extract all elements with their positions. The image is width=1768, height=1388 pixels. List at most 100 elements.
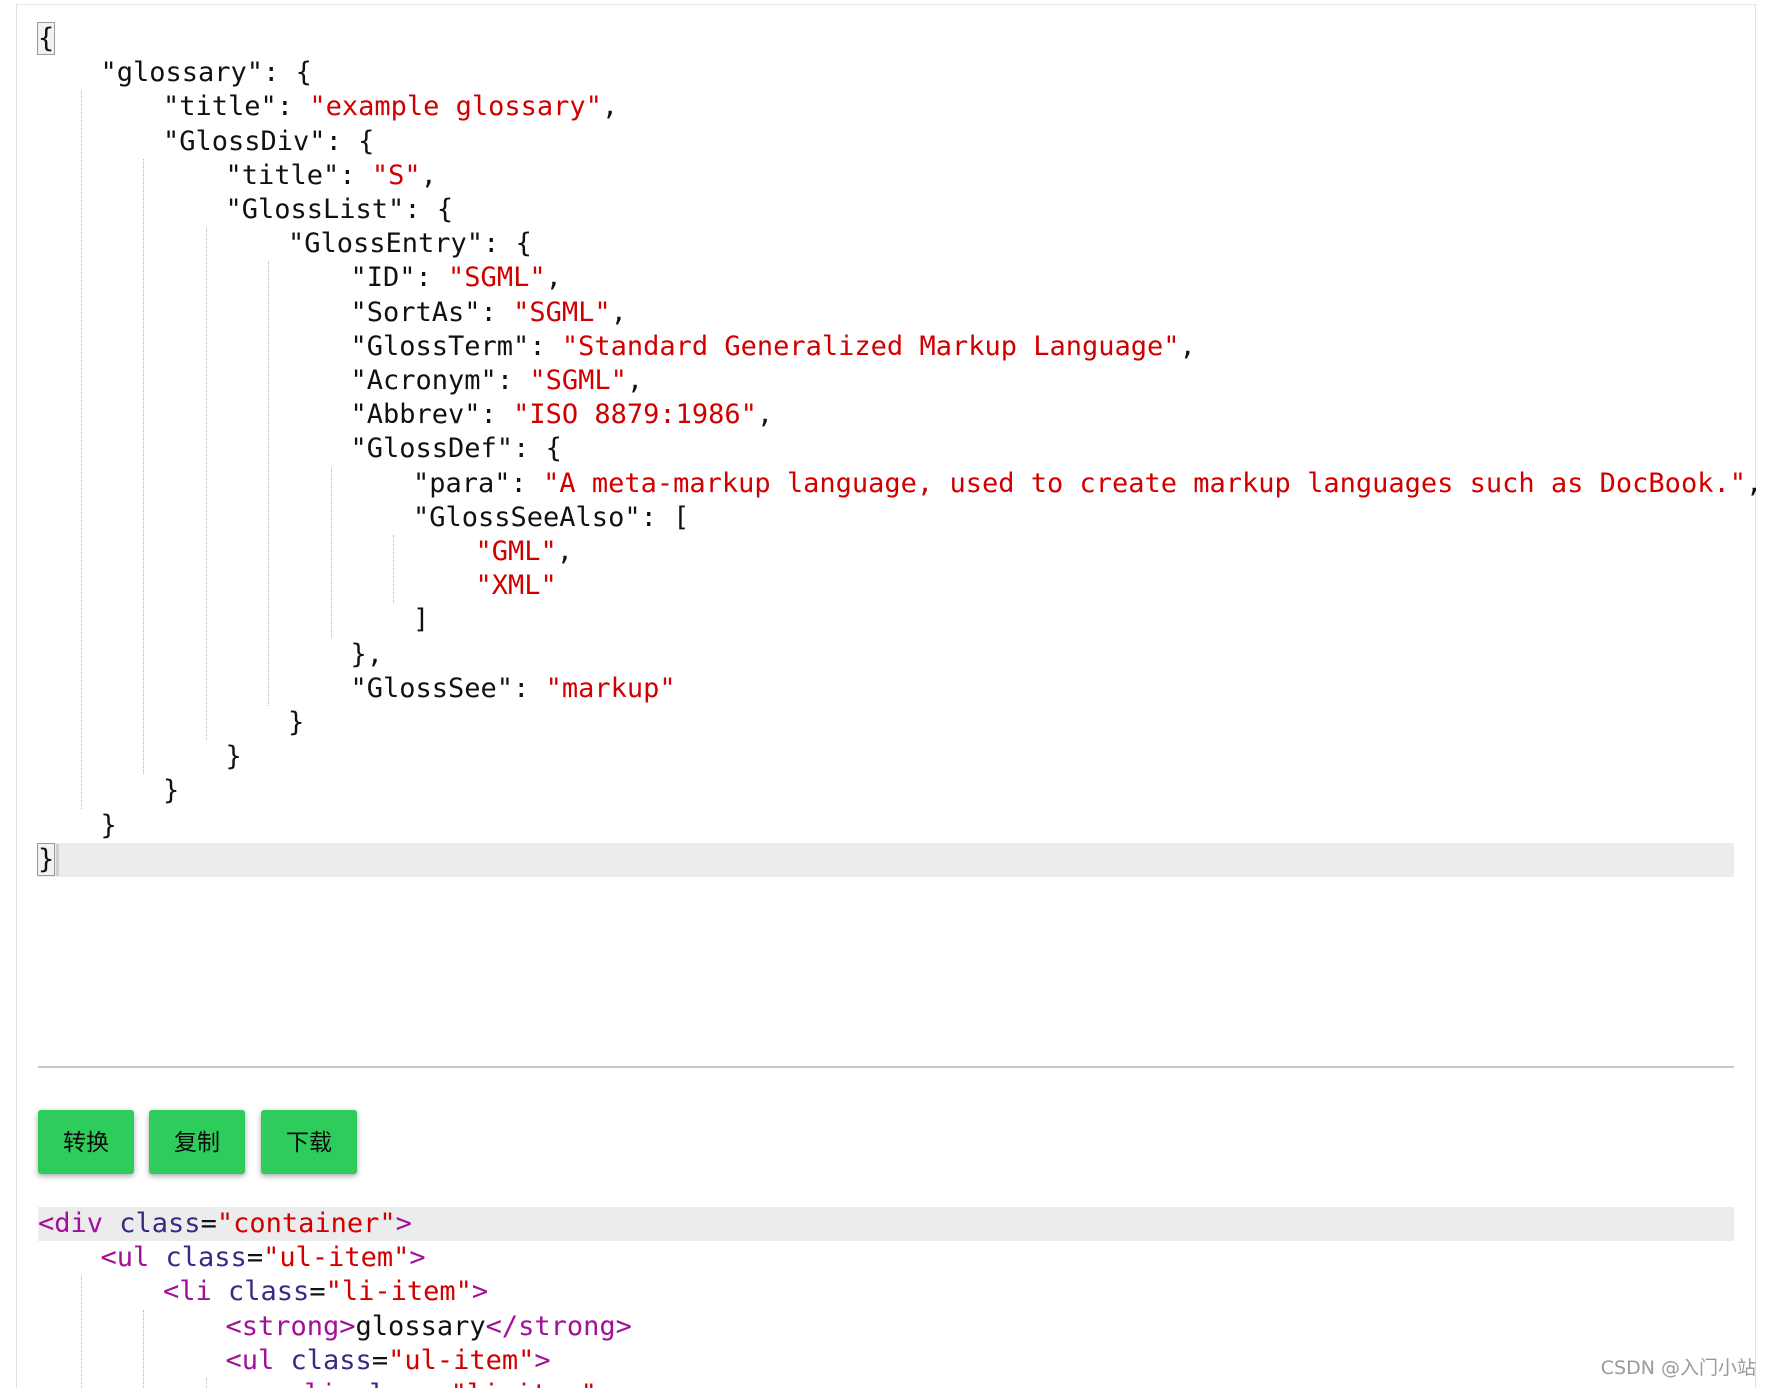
code-token: "GlossSeeAlso" [413,501,641,533]
code-token: "glossary" [100,57,264,89]
code-token: } [100,809,117,841]
code-token: "SGML" [448,262,546,294]
code-token: "ID" [350,262,416,294]
code-line: "GlossList": { [226,193,454,227]
code-token: = [309,1276,326,1308]
matched-bracket: { [36,22,56,55]
code-token: "GlossTerm" [350,330,530,362]
code-line: "GlossDiv": { [163,125,374,159]
copy-button[interactable]: 复制 [149,1110,245,1174]
code-line: "ID": "SGML", [351,261,562,295]
code-token: "GlossList" [225,194,405,225]
code-line: <li class="li-item"> [288,1378,613,1388]
convert-button[interactable]: 转换 [38,1110,134,1174]
code-line: } [101,809,117,843]
code-token: "S" [371,159,421,191]
code-token: : { [325,125,375,157]
code-token: class [353,1379,434,1388]
code-token: "li-item" [325,1276,472,1308]
code-token: : [529,330,562,362]
code-token: , [756,399,774,431]
indent-guide [80,90,82,809]
code-token: "ul-item" [388,1344,535,1376]
code-token: } [288,707,305,738]
json-input-editor[interactable]: {"glossary": {"title": "example glossary… [36,22,1762,902]
code-token: = [371,1344,389,1376]
code-token: } [225,741,242,773]
indent-guide [393,535,394,604]
code-token: <ul [225,1344,291,1376]
code-token: <div [38,1208,120,1239]
code-token: : [415,262,449,294]
code-line: "SortAs": "SGML", [351,296,627,330]
code-token: "ul-item" [263,1242,410,1274]
code-token: , [420,159,437,191]
code-token: > [534,1344,551,1376]
code-token: "GlossSee" [350,672,514,704]
indent-guide [80,1275,82,1388]
code-token: "container" [216,1208,396,1239]
code-line: <ul class="ul-item"> [101,1241,426,1275]
code-line: "Acronym": "SGML", [351,364,644,398]
code-line: "GML", [476,535,574,569]
indent-guide [143,158,144,775]
code-token: , [1745,467,1763,499]
code-line: "Abbrev": "ISO 8879:1986", [351,398,774,432]
code-token: , [601,91,619,123]
code-token: > [471,1276,489,1308]
code-token: <strong> [225,1310,356,1342]
code-token: "GlossDef" [350,433,514,465]
code-line: { [36,22,56,56]
code-token: > [597,1379,613,1388]
code-token: <li [163,1276,229,1308]
code-token: <li [288,1379,353,1388]
code-token: , [556,536,574,567]
code-token: : { [483,228,532,260]
code-line: "GlossTerm": "Standard Generalized Marku… [351,330,1196,364]
code-token: "XML" [475,570,557,602]
code-token: "Abbrev" [350,399,481,431]
download-button[interactable]: 下载 [261,1110,357,1174]
code-token: } [163,775,180,807]
code-token: <ul [100,1242,166,1274]
code-token: : { [404,194,454,225]
code-token: : [513,672,546,704]
code-token: "A meta-markup language, used to create … [543,467,1746,499]
code-token: : [ [640,501,690,533]
indent-guide [268,261,269,706]
code-token: : [339,159,372,191]
code-line: <li class="li-item"> [163,1275,488,1309]
code-token: "para" [413,467,511,499]
code-token: , [610,296,627,328]
text-cursor [56,843,59,876]
code-token: = [246,1242,264,1274]
code-token: : { [513,433,562,465]
html-output-editor[interactable]: <div class="container"> <ul class="ul-ite… [38,1207,1734,1388]
code-line: "GlossEntry": { [288,227,532,261]
code-token: "example glossary" [309,91,602,123]
code-line: "XML" [476,569,557,603]
active-line-highlight [38,842,1734,877]
code-token: class [119,1208,201,1239]
code-line: "glossary": { [101,56,312,90]
code-token: class [228,1276,310,1308]
code-token: "ISO 8879:1986" [513,399,757,431]
code-line: ] [413,603,429,637]
code-line: <ul class="ul-item"> [226,1344,551,1378]
code-line: "GlossSeeAlso": [ [413,501,689,535]
code-line: <div class="container"> [38,1207,412,1241]
code-token: "SGML" [529,365,627,396]
code-token: "GlossEntry" [288,228,484,260]
section-divider [38,1066,1734,1068]
code-line: }, [351,638,384,672]
code-token: "markup" [545,672,676,704]
indent-guide [143,1309,144,1388]
code-token: : [276,91,310,123]
code-token: "title" [163,91,277,123]
indent-guide [205,1378,207,1388]
code-line: "title": "example glossary", [163,90,618,124]
code-token: , [626,365,644,396]
code-token: = [434,1379,450,1388]
code-line: "title": "S", [226,159,437,193]
code-token: , [545,262,562,294]
